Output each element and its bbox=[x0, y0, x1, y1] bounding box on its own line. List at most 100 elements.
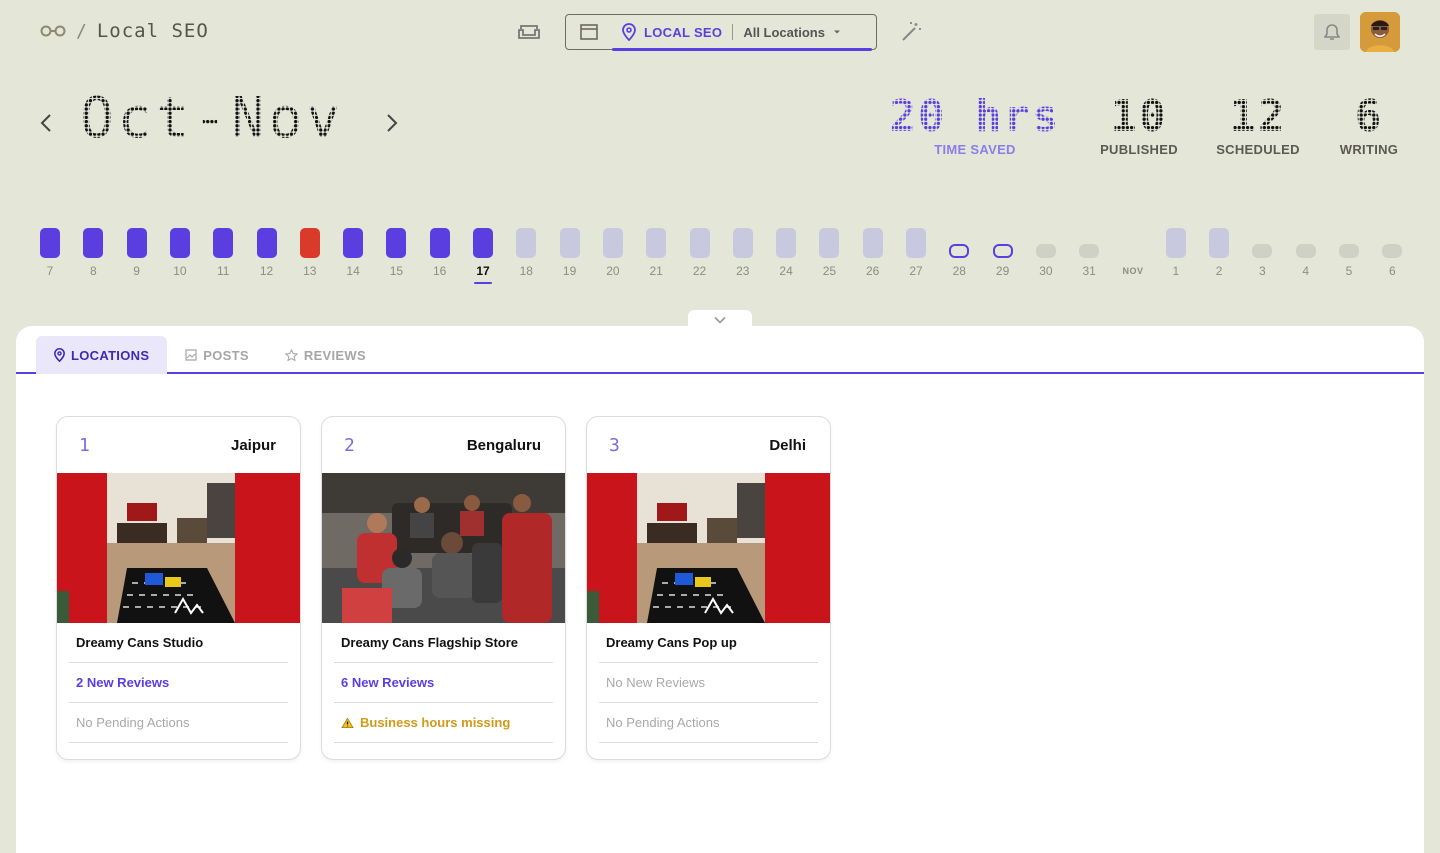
chevron-left-icon bbox=[40, 114, 51, 132]
timeline-day[interactable]: 8 bbox=[71, 228, 115, 278]
reviews-status[interactable]: 2 New Reviews bbox=[69, 663, 288, 703]
star-icon bbox=[284, 348, 298, 361]
timeline-day[interactable]: 3 bbox=[1240, 228, 1284, 278]
timeline-day[interactable]: 29 bbox=[981, 228, 1025, 278]
local-seo-tab[interactable]: LOCAL SEO bbox=[612, 15, 873, 51]
timeline-day[interactable]: 31 bbox=[1067, 228, 1111, 278]
reviews-status[interactable]: 6 New Reviews bbox=[334, 663, 553, 703]
timeline-day[interactable]: 16 bbox=[418, 228, 462, 278]
location-city: Delhi bbox=[769, 436, 806, 454]
timeline-day[interactable]: 25 bbox=[807, 228, 851, 278]
location-photo bbox=[587, 473, 830, 623]
day-status-bar bbox=[689, 228, 710, 258]
notifications-button[interactable] bbox=[1314, 14, 1350, 50]
timeline-day[interactable]: 24 bbox=[764, 228, 808, 278]
day-status-bar bbox=[299, 228, 320, 258]
day-number: 26 bbox=[866, 264, 880, 278]
pending-actions: No Pending Actions bbox=[69, 703, 288, 743]
location-photo bbox=[57, 473, 300, 623]
location-dropdown[interactable]: All Locations bbox=[733, 25, 851, 40]
timeline-day[interactable]: 14 bbox=[331, 228, 375, 278]
day-status-bar bbox=[516, 228, 537, 258]
timeline-day[interactable]: 22 bbox=[678, 228, 722, 278]
location-card[interactable]: 1 Jaipur Dreamy Cans Studio 2 New Reviews No… bbox=[56, 416, 301, 760]
timeline-day[interactable]: 5 bbox=[1327, 228, 1371, 278]
day-status-bar bbox=[40, 228, 60, 258]
day-status-bar bbox=[1209, 228, 1230, 258]
day-status-bar bbox=[559, 228, 580, 258]
image-icon bbox=[185, 349, 197, 361]
stat-label: PUBLISHED bbox=[1100, 142, 1178, 157]
previous-period-button[interactable] bbox=[34, 108, 58, 138]
stat-writing: 6 WRITING bbox=[1334, 92, 1404, 158]
reviews-status: No New Reviews bbox=[599, 663, 818, 703]
timeline-day[interactable]: 1 bbox=[1154, 228, 1198, 278]
location-pin-icon bbox=[622, 23, 636, 41]
day-status-bar bbox=[949, 244, 970, 258]
timeline-day[interactable]: 26 bbox=[851, 228, 895, 278]
location-cards: 1 Jaipur Dreamy Cans Studio 2 New Reviews No… bbox=[56, 416, 831, 760]
avatar[interactable] bbox=[1360, 12, 1400, 52]
day-status-bar bbox=[1295, 244, 1316, 258]
location-dropdown-label: All Locations bbox=[743, 24, 825, 40]
timeline-day[interactable]: 6 bbox=[1370, 228, 1414, 278]
day-status-bar bbox=[386, 228, 407, 258]
day-number: 9 bbox=[133, 264, 140, 278]
timeline-day[interactable]: 19 bbox=[548, 228, 592, 278]
month-marker: NOV bbox=[1122, 266, 1144, 276]
pending-actions[interactable]: Business hours missing bbox=[334, 703, 553, 743]
tab-label: REVIEWS bbox=[303, 347, 366, 363]
location-name: Dreamy Cans Pop up bbox=[599, 623, 818, 663]
tab-posts[interactable]: POSTS bbox=[167, 336, 267, 374]
timeline-day[interactable]: 18 bbox=[504, 228, 548, 278]
day-number: 20 bbox=[606, 264, 620, 278]
timeline-day[interactable]: 4 bbox=[1284, 228, 1328, 278]
sofa-icon[interactable] bbox=[516, 22, 542, 42]
next-period-button[interactable] bbox=[380, 108, 404, 138]
timeline-day[interactable]: 15 bbox=[374, 228, 418, 278]
pending-actions: No Pending Actions bbox=[599, 703, 818, 743]
timeline-day[interactable]: 23 bbox=[721, 228, 765, 278]
local-seo-label: LOCAL SEO bbox=[644, 24, 723, 40]
main-panel: LOCATIONS POSTS REVIEWS 1 Jaipur Dreamy Ca… bbox=[16, 326, 1424, 853]
timeline-day[interactable]: 21 bbox=[634, 228, 678, 278]
timeline-day[interactable]: 27 bbox=[894, 228, 938, 278]
magic-wand-icon[interactable] bbox=[898, 20, 924, 44]
timeline-day[interactable]: 28 bbox=[937, 228, 981, 278]
timeline-day[interactable]: 30 bbox=[1024, 228, 1068, 278]
tab-locations[interactable]: LOCATIONS bbox=[36, 336, 168, 374]
day-status-bar bbox=[1339, 244, 1359, 258]
pending-actions-label: No Pending Actions bbox=[606, 715, 720, 730]
card-header: 1 Jaipur bbox=[57, 417, 300, 473]
stat-value: 12 bbox=[1212, 92, 1304, 142]
location-card[interactable]: 2 Bengaluru Dreamy Cans Flagship Store 6 Ne… bbox=[321, 416, 566, 760]
day-number: 21 bbox=[649, 264, 663, 278]
location-city: Jaipur bbox=[230, 436, 276, 454]
card-header: 3 Delhi bbox=[587, 417, 830, 473]
timeline-day[interactable]: 17 bbox=[461, 228, 505, 284]
app-title[interactable]: Local SEO bbox=[97, 20, 209, 42]
timeline-day[interactable]: 12 bbox=[245, 228, 289, 278]
workspace-switcher[interactable]: LOCAL SEO All Locations bbox=[565, 14, 877, 51]
timeline-day[interactable]: 20 bbox=[591, 228, 635, 278]
timeline-day[interactable]: 11 bbox=[201, 228, 245, 278]
timeline-day[interactable]: 10 bbox=[158, 228, 202, 278]
stat-label: WRITING bbox=[1339, 142, 1399, 157]
day-number: 6 bbox=[1388, 264, 1396, 278]
day-status-bar bbox=[169, 228, 190, 258]
panel-icon[interactable] bbox=[566, 15, 612, 49]
location-card[interactable]: 3 Delhi Dreamy Cans Pop up No New Reviews No… bbox=[586, 416, 831, 760]
timeline-day[interactable]: 9 bbox=[115, 228, 159, 278]
tab-reviews[interactable]: REVIEWS bbox=[267, 336, 384, 374]
timeline-day[interactable]: 2 bbox=[1197, 228, 1241, 278]
breadcrumb-separator: / bbox=[76, 20, 87, 42]
timeline-day[interactable]: 7 bbox=[28, 228, 72, 278]
location-name: Dreamy Cans Flagship Store bbox=[334, 623, 553, 663]
tab-bar: LOCATIONS POSTS REVIEWS bbox=[16, 336, 1424, 374]
location-index: 1 bbox=[79, 434, 90, 456]
post-timeline: NOV 7 8 9 10 11 12 13 14 15 16 17 18 19 20 21 22 23 24 25 2… bbox=[28, 228, 1418, 288]
chevron-right-icon bbox=[387, 114, 398, 132]
day-status-bar bbox=[862, 228, 883, 258]
timeline-day[interactable]: 13 bbox=[288, 228, 332, 278]
day-status-bar bbox=[776, 228, 797, 258]
